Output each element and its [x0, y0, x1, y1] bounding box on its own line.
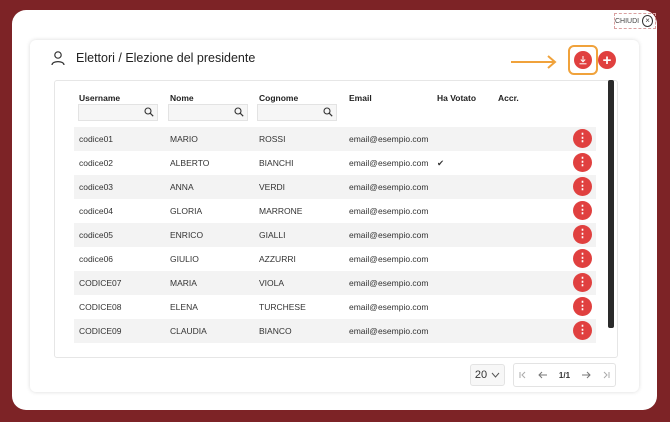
- cell-username: CODICE07: [79, 278, 122, 288]
- page-size-select[interactable]: 20: [470, 364, 505, 386]
- row-menu-button[interactable]: ⋮: [573, 177, 592, 196]
- row-menu-button[interactable]: ⋮: [573, 321, 592, 340]
- cell-username: codice05: [79, 230, 114, 240]
- table-row: codice05 ENRICO GIALLI email@esempio.com…: [74, 223, 596, 247]
- cell-email: email@esempio.com: [349, 302, 429, 312]
- table-row: CODICE08 ELENA TURCHESE email@esempio.co…: [74, 295, 596, 319]
- column-header-accr[interactable]: Accr.: [498, 93, 519, 103]
- cell-cognome: GIALLI: [259, 230, 286, 240]
- cell-nome: ANNA: [170, 182, 194, 192]
- cell-email: email@esempio.com: [349, 134, 429, 144]
- row-menu-button[interactable]: ⋮: [573, 297, 592, 316]
- table-row: codice03 ANNA VERDI email@esempio.com ⋮: [74, 175, 596, 199]
- cell-cognome: TURCHESE: [259, 302, 306, 312]
- page-header: Elettori / Elezione del presidente: [50, 50, 255, 66]
- close-button[interactable]: CHIUDI ×: [614, 13, 656, 29]
- cell-email: email@esempio.com: [349, 206, 429, 216]
- cell-cognome: BIANCO: [259, 326, 292, 336]
- row-menu-button[interactable]: ⋮: [573, 201, 592, 220]
- first-page-icon[interactable]: [519, 371, 527, 379]
- column-header-cognome[interactable]: Cognome: [259, 93, 298, 103]
- cell-nome: ENRICO: [170, 230, 204, 240]
- table-row: CODICE07 MARIA VIOLA email@esempio.com ⋮: [74, 271, 596, 295]
- cell-nome: CLAUDIA: [170, 326, 207, 336]
- plus-icon: +: [602, 51, 612, 69]
- cell-email: email@esempio.com: [349, 326, 429, 336]
- page-size-value: 20: [474, 369, 488, 381]
- cell-username: codice06: [79, 254, 114, 264]
- last-page-icon[interactable]: [602, 371, 610, 379]
- table-row: codice06 GIULIO AZZURRI email@esempio.co…: [74, 247, 596, 271]
- table-row: CODICE09 CLAUDIA BIANCO email@esempio.co…: [74, 319, 596, 343]
- row-menu-button[interactable]: ⋮: [573, 129, 592, 148]
- cell-email: email@esempio.com: [349, 278, 429, 288]
- cell-cognome: ROSSI: [259, 134, 286, 144]
- cell-cognome: BIANCHI: [259, 158, 294, 168]
- cell-nome: ELENA: [170, 302, 198, 312]
- check-icon: ✔: [437, 158, 445, 168]
- username-filter-input[interactable]: [78, 104, 158, 121]
- user-icon: [51, 51, 65, 66]
- download-icon: [574, 51, 592, 69]
- chevron-down-icon: [491, 372, 500, 378]
- cell-username: codice02: [79, 158, 114, 168]
- table-scrollbar[interactable]: [608, 80, 614, 328]
- cell-username: codice03: [79, 182, 114, 192]
- cell-username: codice01: [79, 134, 114, 144]
- cell-email: email@esempio.com: [349, 182, 429, 192]
- cell-cognome: VIOLA: [259, 278, 285, 288]
- search-icon: [323, 107, 333, 117]
- cell-nome: GLORIA: [170, 206, 203, 216]
- search-icon: [144, 107, 154, 117]
- column-header-ha-votato[interactable]: Ha Votato: [437, 93, 476, 103]
- cell-cognome: VERDI: [259, 182, 285, 192]
- cell-username: codice04: [79, 206, 114, 216]
- page-indicator: 1/1: [558, 370, 571, 380]
- arrow-right-icon: [511, 55, 557, 69]
- table-row: codice01 MARIO ROSSI email@esempio.com ⋮: [74, 127, 596, 151]
- prev-page-icon[interactable]: [538, 371, 548, 379]
- cell-nome: MARIA: [170, 278, 197, 288]
- table-row: codice02 ALBERTO BIANCHI email@esempio.c…: [74, 151, 596, 175]
- cell-nome: MARIO: [170, 134, 198, 144]
- search-icon: [234, 107, 244, 117]
- cell-cognome: MARRONE: [259, 206, 303, 216]
- close-circle-icon: ×: [642, 15, 653, 27]
- column-header-email[interactable]: Email: [349, 93, 372, 103]
- cell-username: CODICE08: [79, 302, 122, 312]
- column-header-nome[interactable]: Nome: [170, 93, 194, 103]
- column-header-username[interactable]: Username: [79, 93, 120, 103]
- next-page-icon[interactable]: [581, 371, 591, 379]
- nome-filter-input[interactable]: [168, 104, 248, 121]
- download-button[interactable]: [568, 45, 598, 75]
- cell-email: email@esempio.com: [349, 158, 429, 168]
- cell-email: email@esempio.com: [349, 230, 429, 240]
- cell-cognome: AZZURRI: [259, 254, 296, 264]
- cognome-filter-input[interactable]: [257, 104, 337, 121]
- cell-email: email@esempio.com: [349, 254, 429, 264]
- row-menu-button[interactable]: ⋮: [573, 153, 592, 172]
- table-row: codice04 GLORIA MARRONE email@esempio.co…: [74, 199, 596, 223]
- row-menu-button[interactable]: ⋮: [573, 225, 592, 244]
- page-title: Elettori / Elezione del presidente: [76, 51, 256, 65]
- add-button[interactable]: +: [598, 51, 616, 69]
- cell-username: CODICE09: [79, 326, 122, 336]
- cell-nome: GIULIO: [170, 254, 199, 264]
- close-label: CHIUDI: [615, 17, 640, 25]
- cell-nome: ALBERTO: [170, 158, 210, 168]
- pagination: 1/1: [513, 363, 616, 387]
- row-menu-button[interactable]: ⋮: [573, 249, 592, 268]
- row-menu-button[interactable]: ⋮: [573, 273, 592, 292]
